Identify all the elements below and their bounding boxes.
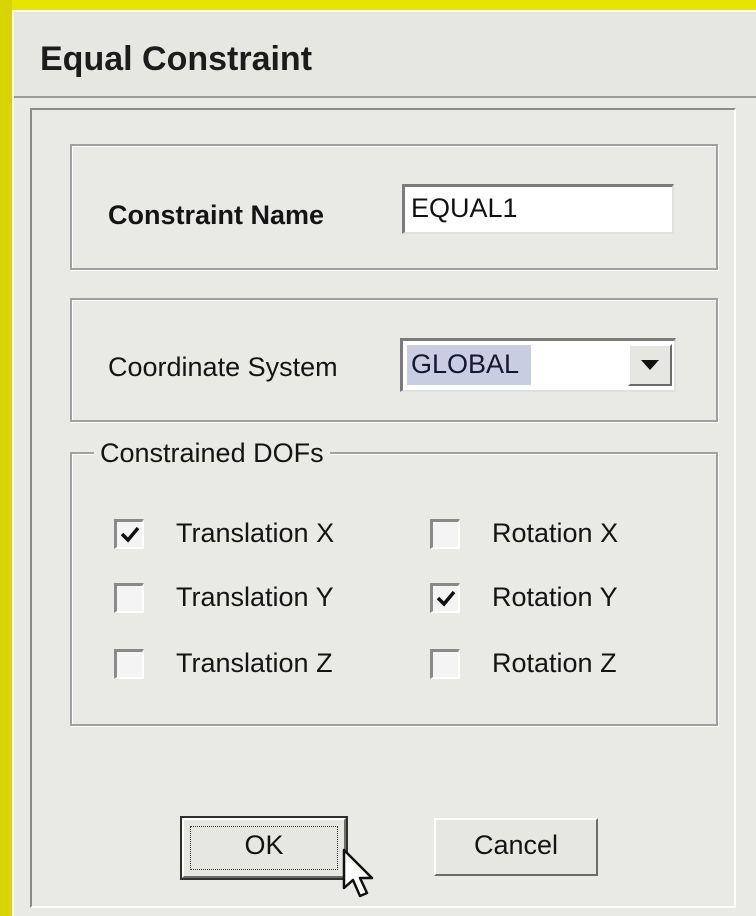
coordinate-system-select[interactable]: GLOBAL xyxy=(400,338,676,392)
checkbox-label: Rotation Z xyxy=(492,648,617,678)
checkbox-translation-z[interactable]: Translation Z xyxy=(114,648,333,679)
checkbox-rotation-y[interactable]: Rotation Y xyxy=(430,582,618,613)
constraint-name-input[interactable]: EQUAL1 xyxy=(402,184,674,234)
checkbox-rotation-z[interactable]: Rotation Z xyxy=(430,648,617,679)
checkbox-box[interactable] xyxy=(430,648,460,679)
checkbox-translation-y[interactable]: Translation Y xyxy=(114,582,334,613)
checkbox-translation-x[interactable]: Translation X xyxy=(114,518,334,549)
coordinate-system-value: GLOBAL xyxy=(407,345,531,385)
checkbox-box[interactable] xyxy=(114,518,144,549)
coordinate-system-label: Coordinate System xyxy=(108,352,338,382)
focus-rect xyxy=(190,826,338,870)
checkmark-icon xyxy=(436,590,456,607)
checkbox-box[interactable] xyxy=(430,518,460,549)
desktop-left-strip xyxy=(0,0,12,916)
checkbox-rotation-x[interactable]: Rotation X xyxy=(430,518,618,549)
checkbox-label: Translation Y xyxy=(176,582,334,612)
cancel-button-label: Cancel xyxy=(473,830,559,860)
ok-button[interactable]: OK xyxy=(180,816,348,880)
dropdown-button[interactable] xyxy=(628,344,672,386)
mouse-pointer-icon xyxy=(342,848,374,898)
constrained-dofs-legend: Constrained DOFs xyxy=(94,438,330,469)
dialog-titlebar[interactable]: Equal Constraint xyxy=(14,12,756,98)
checkmark-icon xyxy=(120,526,140,543)
checkbox-box[interactable] xyxy=(114,582,144,613)
checkbox-label: Rotation Y xyxy=(492,582,618,612)
constraint-name-label: Constraint Name xyxy=(108,200,325,230)
checkbox-label: Translation X xyxy=(176,518,335,548)
checkbox-label: Rotation X xyxy=(492,518,619,548)
checkbox-label: Translation Z xyxy=(176,648,333,678)
dialog-title: Equal Constraint xyxy=(40,40,313,78)
equal-constraint-dialog: Equal Constraint Constraint Name EQUAL1 … xyxy=(12,10,756,916)
checkbox-box[interactable] xyxy=(430,582,460,613)
cancel-button[interactable]: Cancel xyxy=(434,818,598,876)
checkbox-box[interactable] xyxy=(114,648,144,679)
chevron-down-icon xyxy=(641,360,659,370)
